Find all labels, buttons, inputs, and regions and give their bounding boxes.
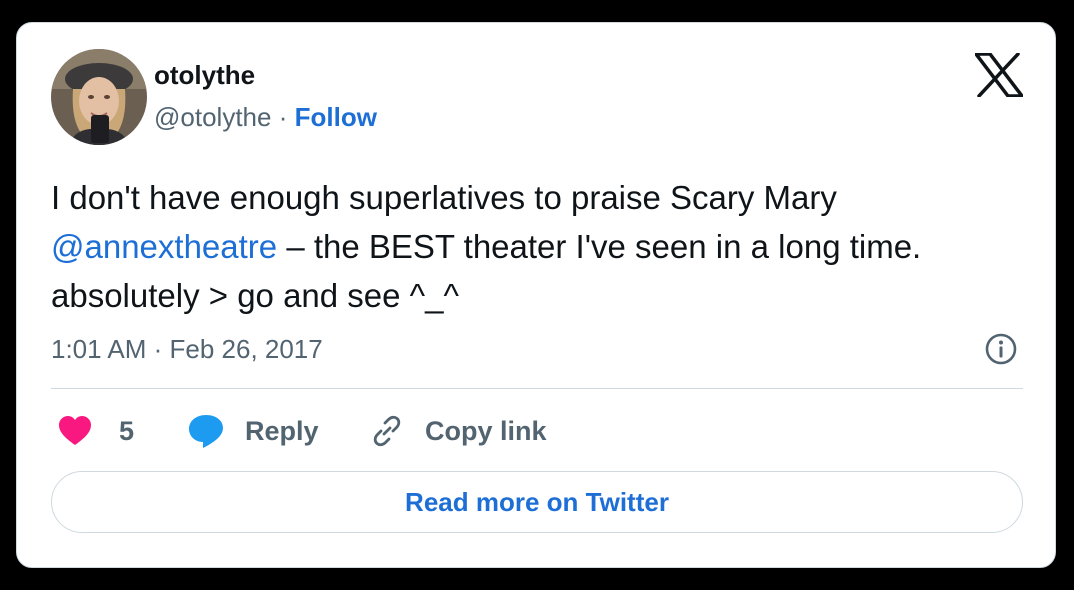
like-button[interactable]: 5 <box>57 413 134 449</box>
author-display-name[interactable]: otolythe <box>154 59 255 91</box>
divider <box>51 388 1023 389</box>
author-handle[interactable]: @otolythe <box>154 102 271 132</box>
avatar-image <box>51 49 147 145</box>
copy-link-label: Copy link <box>425 415 547 446</box>
mention-link[interactable]: @annextheatre <box>51 228 277 265</box>
avatar[interactable] <box>51 49 147 145</box>
reply-label: Reply <box>245 415 319 446</box>
speech-bubble-icon <box>187 413 225 449</box>
follow-link[interactable]: Follow <box>295 102 377 132</box>
reply-button[interactable]: Reply <box>187 413 319 449</box>
read-more-button[interactable]: Read more on Twitter <box>51 471 1023 533</box>
like-count: 5 <box>119 415 135 446</box>
tweet-text: I don't have enough superlatives to prai… <box>51 173 1011 320</box>
link-icon <box>369 413 405 449</box>
x-logo-icon[interactable] <box>975 53 1023 97</box>
tweet-text-part: I don't have enough superlatives to prai… <box>51 179 837 216</box>
tweet-timestamp[interactable]: 1:01 AM · Feb 26, 2017 <box>51 333 323 365</box>
author-handle-row: @otolythe · Follow <box>154 101 377 133</box>
tweet-card: otolythe @otolythe · Follow I don't have… <box>16 22 1056 568</box>
copy-link-button[interactable]: Copy link <box>369 413 547 449</box>
handle-separator: · <box>278 102 288 132</box>
info-icon[interactable] <box>984 332 1018 366</box>
heart-icon <box>57 414 93 448</box>
